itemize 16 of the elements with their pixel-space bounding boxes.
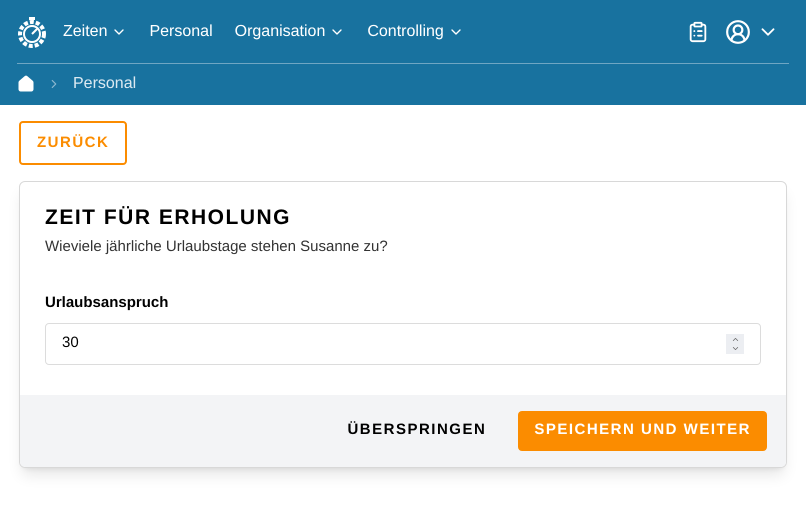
nav-item[interactable]: Organisation — [234, 20, 346, 44]
clipboard-icon[interactable] — [687, 20, 709, 42]
spinner-icon[interactable] — [726, 334, 744, 354]
card-subtitle: Wieviele jährliche Urlaubstage stehen Susanne zu? — [45, 236, 389, 256]
home-icon[interactable] — [17, 75, 35, 93]
field-label: Urlaubsanspruch — [45, 293, 170, 313]
field-value: 30 — [62, 333, 79, 354]
breadcrumb-item[interactable]: Personal — [73, 72, 136, 96]
card-title: ZEIT FÜR ERHOLUNG — [45, 205, 292, 231]
nav-item[interactable]: Personal — [149, 20, 213, 44]
nav-item[interactable]: Controlling — [367, 20, 464, 44]
skip-button[interactable]: ÜBERSPRINGEN — [347, 419, 486, 442]
nav-item[interactable]: Zeiten — [63, 20, 128, 44]
stopwatch-gear-icon[interactable] — [17, 16, 47, 48]
number-field[interactable]: 30 — [45, 322, 761, 364]
user-icon[interactable] — [725, 18, 751, 44]
